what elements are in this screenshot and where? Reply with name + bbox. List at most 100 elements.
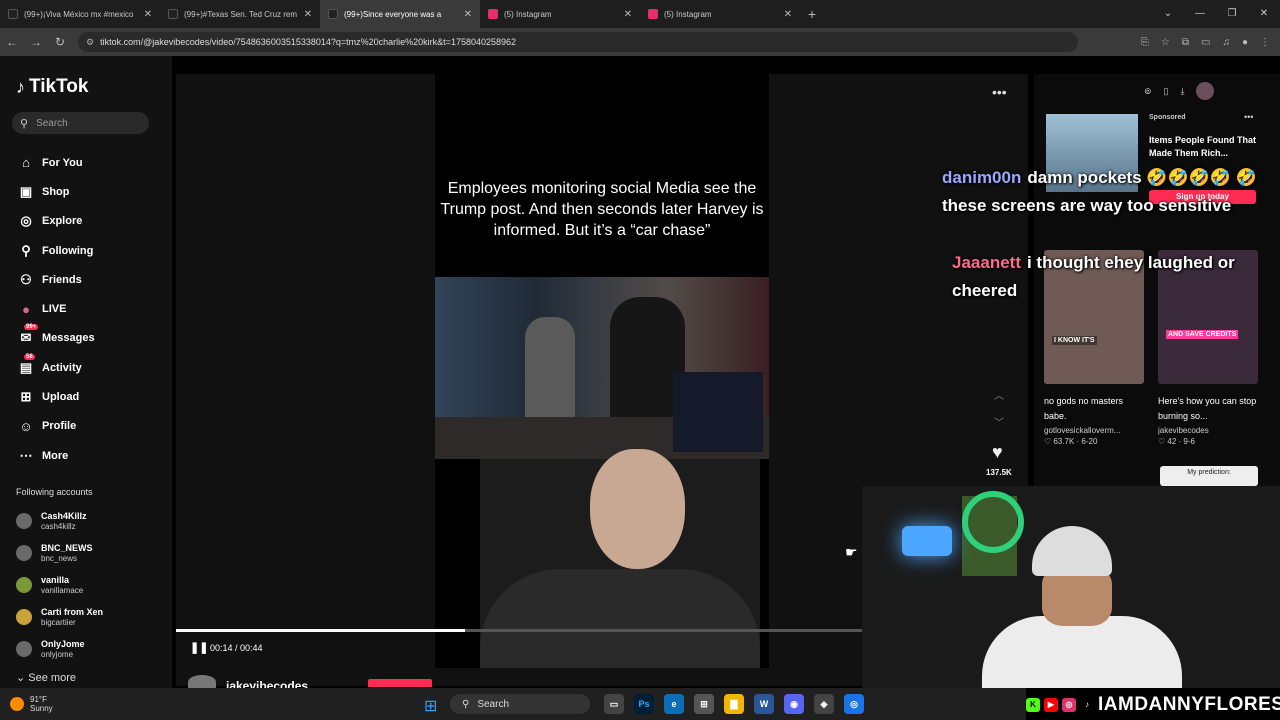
sidebar-item-explore[interactable]: ◎ Explore — [16, 207, 95, 236]
account-item[interactable]: vanilla vanillamace — [16, 569, 103, 601]
chevron-down-icon[interactable]: ﹀ — [994, 414, 1004, 429]
search-icon: ⚲ — [20, 117, 29, 130]
progress-bar[interactable] — [176, 629, 864, 632]
app-icon[interactable]: ◈ — [814, 694, 834, 714]
ad-title[interactable]: Items People Found That Made Them Rich..… — [1149, 134, 1261, 160]
account-item[interactable]: Cash4Killz cash4killz — [16, 505, 103, 537]
following-accounts-heading: Following accounts — [16, 487, 93, 497]
close-tab-icon[interactable]: ✕ — [624, 9, 632, 20]
profile-avatar-icon[interactable]: ● — [1242, 37, 1248, 48]
browser-tab[interactable]: (99+)¡Viva México mx #mexico ✕ — [0, 0, 160, 28]
tiktok-note-icon: ♪ — [16, 76, 25, 97]
extensions-icon[interactable]: ⧉ — [1182, 37, 1189, 48]
more-icon: ⋯ — [19, 447, 33, 463]
chevron-up-icon[interactable]: ︿ — [994, 387, 1004, 402]
bookmark-star-icon[interactable]: ☆ — [1161, 37, 1170, 48]
sidebar-item-upload[interactable]: ⊞ Upload — [16, 382, 95, 411]
media-icon[interactable]: ♫ — [1222, 37, 1230, 48]
site-info-icon[interactable]: ⚙ — [86, 37, 94, 48]
windows-start-icon[interactable]: ⊞ — [424, 696, 437, 716]
browser-tab-bar: (99+)¡Viva México mx #mexico ✕ (99+)#Texa… — [0, 0, 1280, 28]
cast-icon[interactable]: ▭ — [1201, 37, 1210, 48]
live-icon: ● — [22, 301, 30, 317]
account-item[interactable]: BNC_NEWS bnc_news — [16, 537, 103, 569]
messages-icon: ✉ 99+ — [20, 324, 39, 346]
browser-tab[interactable]: (5) Instagram ✕ — [640, 0, 800, 28]
new-tab-icon[interactable]: + — [800, 6, 824, 22]
task-view-icon[interactable]: ▭ — [604, 694, 624, 714]
forward-icon[interactable]: → — [24, 35, 48, 49]
close-tab-icon[interactable]: ✕ — [304, 9, 312, 20]
url-input[interactable]: ⚙ tiktok.com/@jakevibecodes/video/754863… — [78, 32, 1078, 52]
word-icon[interactable]: W — [754, 694, 774, 714]
sidebar-item-following[interactable]: ⚲ Following — [16, 236, 95, 265]
discord-icon[interactable]: ◉ — [784, 694, 804, 714]
sidebar-item-activity[interactable]: ▤ 58 Activity — [16, 353, 95, 382]
phone-icon[interactable]: ▯ — [1164, 86, 1169, 97]
close-window-icon[interactable]: ✕ — [1248, 0, 1280, 28]
photoshop-icon[interactable]: Ps — [634, 694, 654, 714]
player-controls: ❚❚ 00:14 / 00:44 jakevibecodes — [176, 627, 864, 693]
sidebar-item-live[interactable]: ● LIVE — [16, 294, 95, 323]
windows-taskbar: 91°F Sunny ⊞ ⚲ Search ▭ Ps e ⊞ ▇ W ◉ ◈ ◎ — [0, 688, 1026, 720]
browser-tab[interactable]: (99+)#Texas Sen. Ted Cruz rem ✕ — [160, 0, 320, 28]
ad-options-icon[interactable]: ••• — [1244, 112, 1253, 122]
progress-fill — [176, 629, 465, 632]
browser-tab-active[interactable]: (99+)Since everyone was a ✕ — [320, 0, 480, 28]
back-icon[interactable]: ← — [0, 35, 24, 49]
sidebar-item-messages[interactable]: ✉ 99+ Messages — [16, 324, 95, 353]
sidebar-item-shop[interactable]: ▣ Shop — [16, 177, 95, 206]
taskbar-search[interactable]: ⚲ Search — [450, 694, 590, 714]
sidebar-item-friends[interactable]: ⚇ Friends — [16, 265, 95, 294]
reload-icon[interactable]: ↻ — [48, 35, 72, 49]
download-icon[interactable]: ⤓ — [1181, 86, 1185, 97]
avatar — [16, 577, 32, 593]
search-icon: ⚲ — [462, 698, 470, 710]
menu-icon[interactable]: ⋮ — [1260, 37, 1270, 48]
edge-icon[interactable]: e — [664, 694, 684, 714]
more-options-icon[interactable]: ••• — [992, 84, 1007, 100]
follow-button[interactable] — [368, 679, 432, 687]
coins-icon[interactable]: ⊚ — [1144, 86, 1152, 97]
video-frame[interactable]: Employees monitoring social Media see th… — [435, 74, 769, 668]
browser-tab[interactable]: (5) Instagram ✕ — [480, 0, 640, 28]
close-tab-icon[interactable]: ✕ — [784, 9, 792, 20]
window-controls: ⌄ — ❐ ✕ — [1152, 0, 1280, 28]
cam-body — [982, 616, 1182, 688]
minimize-icon[interactable]: — — [1184, 0, 1216, 28]
weather-widget[interactable]: 91°F Sunny — [10, 695, 53, 713]
account-item[interactable]: OnlyJome onlyjome — [16, 633, 103, 665]
tab-search-icon[interactable]: ⌄ — [1152, 0, 1184, 28]
profile-avatar[interactable] — [1196, 82, 1215, 100]
close-tab-icon[interactable]: ✕ — [144, 9, 152, 20]
author-avatar[interactable] — [188, 675, 216, 689]
account-item[interactable]: Carti from Xen bigcartiier — [16, 601, 103, 633]
close-tab-icon[interactable]: ✕ — [464, 9, 472, 20]
tiktok-logo[interactable]: ♪ TikTok — [16, 76, 88, 98]
creator-head — [590, 449, 685, 569]
streamer-webcam — [862, 486, 1280, 688]
install-icon[interactable]: ⎘ — [1141, 37, 1149, 48]
store-icon[interactable]: ⊞ — [694, 694, 714, 714]
like-heart-icon[interactable]: ♥ — [992, 442, 1003, 463]
time-display: 00:14 / 00:44 — [210, 643, 263, 653]
taskbar-apps: ▭ Ps e ⊞ ▇ W ◉ ◈ ◎ — [604, 694, 864, 714]
avatar — [16, 641, 32, 657]
pause-icon[interactable]: ❚❚ — [190, 641, 208, 654]
see-more-button[interactable]: ⌄ See more — [16, 671, 76, 684]
embedded-clip-image — [435, 277, 769, 459]
sidebar-item-for-you[interactable]: ⌂ For You — [16, 148, 95, 177]
sidebar-item-more[interactable]: ⋯ More — [16, 441, 95, 470]
compass-icon: ◎ — [20, 213, 32, 229]
upload-icon: ⊞ — [20, 389, 32, 405]
toolbar-icons: ⎘ ☆ ⧉ ▭ ♫ ● ⋮ — [1141, 37, 1280, 48]
avatar — [16, 609, 32, 625]
explorer-icon[interactable]: ▇ — [724, 694, 744, 714]
sidebar-item-profile[interactable]: ☺ Profile — [16, 412, 95, 441]
maximize-icon[interactable]: ❐ — [1216, 0, 1248, 28]
search-input[interactable]: ⚲ Search — [12, 112, 149, 134]
home-icon: ⌂ — [22, 155, 30, 171]
chrome-icon[interactable]: ◎ — [844, 694, 864, 714]
sun-icon — [10, 697, 24, 711]
instagram-favicon-icon — [488, 9, 498, 19]
